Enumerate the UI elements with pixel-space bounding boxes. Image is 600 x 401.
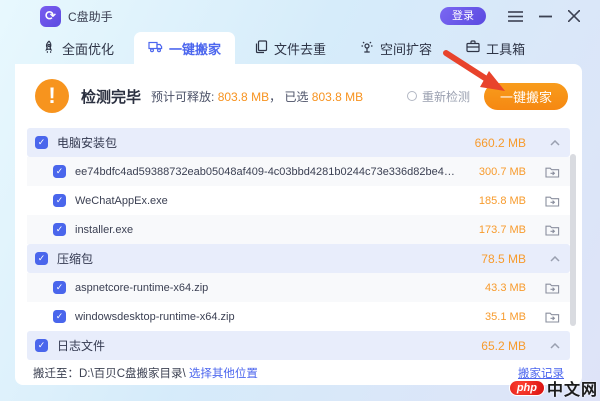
recheck-button[interactable]: 重新检测 [407,88,470,105]
item-name: aspnetcore-runtime-x64.zip [75,282,466,294]
category-row: ✓ 日志文件65.2 MB [27,331,570,360]
app-logo-icon: ⟳ [40,6,61,27]
recheck-label: 重新检测 [422,88,470,105]
item-size: 185.8 MB [466,195,526,207]
watermark: php 中文网 [509,376,598,400]
collapse-chevron-icon[interactable] [526,140,560,146]
item-size: 173.7 MB [466,224,526,236]
file-row: ✓ ee74bdfc4ad59388732eab05048af409-4c03bb… [27,157,570,186]
expand-icon [360,40,374,57]
file-row: ✓ installer.exe173.7 MB [27,215,570,244]
tab-bar: 全面优化 一键搬家 文件去重 空间扩容 工具箱 [0,32,600,64]
checkbox-checked[interactable]: ✓ [35,252,48,265]
open-folder-icon[interactable] [526,311,560,323]
releasable-label: 预计可释放: [151,90,214,104]
category-row: ✓ 电脑安装包660.2 MB [27,128,570,157]
move-to-path: D:\百贝C盘搬家目录\ [79,365,186,381]
item-size: 35.1 MB [466,311,526,323]
title-bar: ⟳ C盘助手 登录 [0,0,600,32]
tab-label: 一键搬家 [169,39,221,58]
login-button[interactable]: 登录 [440,7,486,25]
open-folder-icon[interactable] [526,282,560,294]
toolbox-icon [466,40,480,56]
app-title: C盘助手 [68,8,113,25]
open-folder-icon[interactable] [526,195,560,207]
tab-label: 文件去重 [274,39,326,58]
item-name: 压缩包 [57,250,466,267]
tab-1[interactable]: 全面优化 [28,32,128,64]
tab-5[interactable]: 工具箱 [452,32,539,64]
file-list: ✓ 电脑安装包660.2 MB ✓ ee74bdfc4ad59388732eab050… [27,128,570,360]
scan-summary: ! 检测完毕 预计可释放: 803.8 MB， 已选 803.8 MB 重新检测… [15,64,582,128]
file-row: ✓ aspnetcore-runtime-x64.zip43.3 MB [27,273,570,302]
item-size: 43.3 MB [466,282,526,294]
warning-icon: ! [35,79,69,113]
close-icon[interactable] [568,10,580,22]
item-size: 78.5 MB [466,252,526,266]
recheck-radio-icon [407,91,417,101]
file-row: ✓ windowsdesktop-runtime-x64.zip35.1 MB [27,302,570,331]
item-name: installer.exe [75,224,466,236]
collapse-chevron-icon[interactable] [526,256,560,262]
item-size: 65.2 MB [466,339,526,353]
truck-icon [148,40,163,56]
comma: ， [269,90,281,104]
tab-4[interactable]: 空间扩容 [346,32,446,64]
file-row: ✓ WeChatAppEx.exe185.8 MB [27,186,570,215]
checkbox-checked[interactable]: ✓ [35,339,48,352]
item-name: ee74bdfc4ad59388732eab05048af409-4c03bbd… [75,166,466,178]
watermark-text: 中文网 [547,376,598,400]
scrollbar[interactable] [570,154,576,326]
tab-label: 工具箱 [486,39,525,58]
php-badge: php [509,380,545,396]
checkbox-checked[interactable]: ✓ [53,310,66,323]
move-to-label: 搬迁至： [33,365,79,381]
item-size: 300.7 MB [466,166,526,178]
main-panel: ! 检测完毕 预计可释放: 803.8 MB， 已选 803.8 MB 重新检测… [15,64,582,385]
checkbox-checked[interactable]: ✓ [53,194,66,207]
scan-detail: 预计可释放: 803.8 MB， 已选 803.8 MB [151,88,363,105]
item-size: 660.2 MB [466,136,526,150]
collapse-chevron-icon[interactable] [526,343,560,349]
rocket-icon [42,40,56,57]
tab-3[interactable]: 文件去重 [241,32,340,64]
item-name: WeChatAppEx.exe [75,195,466,207]
tab-label: 全面优化 [62,39,114,58]
tab-label: 空间扩容 [380,39,432,58]
minimize-icon[interactable] [539,15,552,18]
selected-value: 803.8 MB [312,90,363,104]
scan-status: 检测完毕 [81,86,141,107]
open-folder-icon[interactable] [526,224,560,236]
checkbox-checked[interactable]: ✓ [53,223,66,236]
footer-bar: 搬迁至： D:\百贝C盘搬家目录\ 选择其他位置 搬家记录 [15,360,582,385]
checkbox-checked[interactable]: ✓ [53,165,66,178]
checkbox-checked[interactable]: ✓ [35,136,48,149]
tab-2[interactable]: 一键搬家 [134,32,235,64]
app-window: ⟳ C盘助手 登录 全面优化一键搬家文件去重空间扩容工具箱 ! 检测完毕 预计可… [0,0,600,401]
dedupe-icon [255,40,268,57]
checkbox-checked[interactable]: ✓ [53,281,66,294]
item-name: 日志文件 [57,337,466,354]
open-folder-icon[interactable] [526,166,560,178]
category-row: ✓ 压缩包78.5 MB [27,244,570,273]
menu-icon[interactable] [508,11,523,22]
item-name: windowsdesktop-runtime-x64.zip [75,311,466,323]
selected-label: 已选 [284,90,308,104]
item-name: 电脑安装包 [57,134,466,151]
one-click-move-button[interactable]: 一键搬家 [484,83,568,110]
releasable-value: 803.8 MB [218,90,269,104]
choose-other-location-link[interactable]: 选择其他位置 [189,365,258,381]
